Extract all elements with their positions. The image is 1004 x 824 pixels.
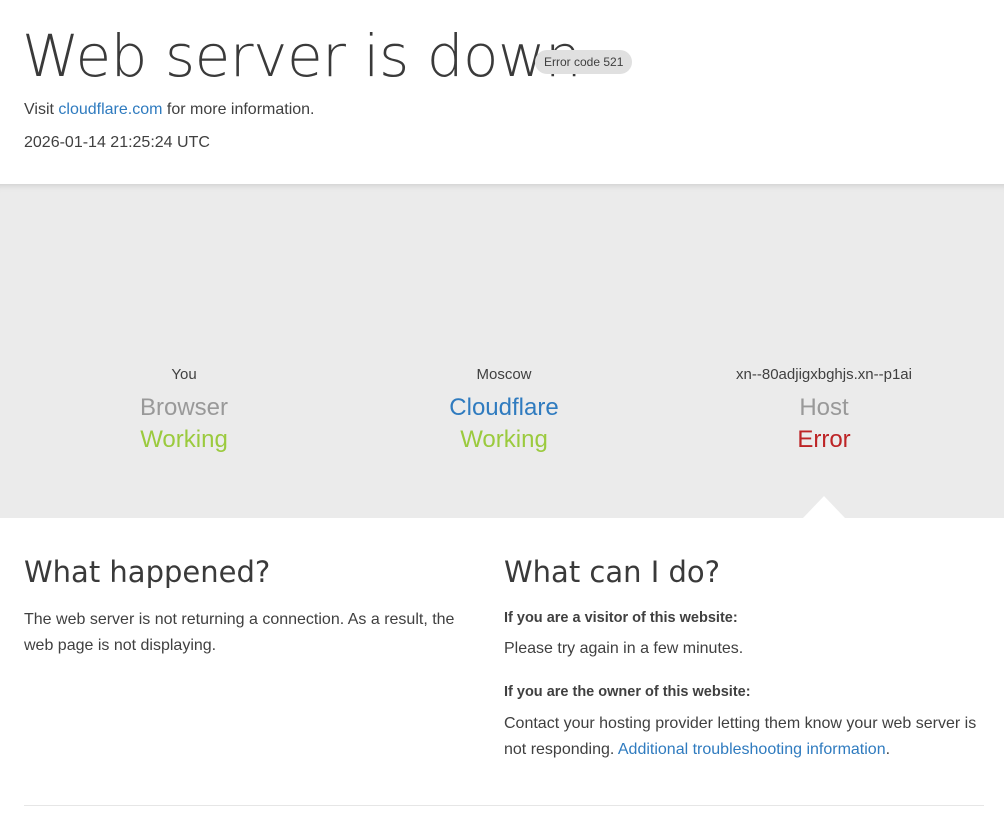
node-location: Moscow [476, 366, 532, 383]
owner-link-suffix: . [885, 741, 891, 758]
visitor-label: If you are a visitor of this website: [504, 610, 738, 626]
what-happened-heading: What happened? [24, 555, 271, 589]
error-pointer-arrow [803, 496, 845, 518]
timestamp: 2026-01-14 21:25:24 UTC [24, 134, 210, 151]
node-state: Working [460, 426, 548, 453]
error-code-badge: Error code 521 [535, 50, 633, 74]
what-can-i-do-heading: What can I do? [504, 555, 721, 589]
troubleshooting-link[interactable]: Additional troubleshooting information [618, 741, 886, 758]
node-state: Working [140, 426, 228, 453]
what-happened-section: What happened? The web server is not ret… [24, 550, 484, 659]
visit-prefix: Visit [24, 101, 54, 118]
cloudflare-node-link[interactable]: Cloudflare [344, 393, 664, 423]
status-node-host: xn--80adjigxbghjs.xn--p1ai Host Error [664, 365, 984, 455]
cloudflare-link[interactable]: cloudflare.com [58, 101, 162, 118]
footer-divider [24, 805, 984, 806]
node-location: xn--80adjigxbghjs.xn--p1ai [736, 366, 912, 383]
node-kind: Browser [139, 394, 229, 421]
what-can-i-do-section: What can I do? If you are a visitor of t… [504, 550, 984, 763]
visit-line: Visit cloudflare.com for more informatio… [24, 99, 315, 121]
header: Web server is down Error code 521 Visit … [0, 0, 1004, 184]
node-location: You [171, 366, 197, 383]
status-node-browser: You Browser Working [24, 365, 344, 455]
status-node-cloudflare: Moscow Cloudflare Working [344, 365, 664, 455]
owner-text-block: Contact your hosting provider letting th… [504, 711, 984, 763]
page-title: Web server is down [22, 22, 582, 90]
node-kind: Host [799, 394, 849, 421]
visitor-text: Please try again in a few minutes. [504, 640, 744, 657]
visit-suffix: for more information. [166, 101, 315, 118]
owner-label: If you are the owner of this website: [504, 684, 751, 700]
what-happened-text: The web server is not returning a connec… [24, 611, 455, 654]
node-state: Error [797, 426, 851, 453]
status-band: You Browser Working Moscow Cloudflare Wo… [0, 184, 1004, 518]
